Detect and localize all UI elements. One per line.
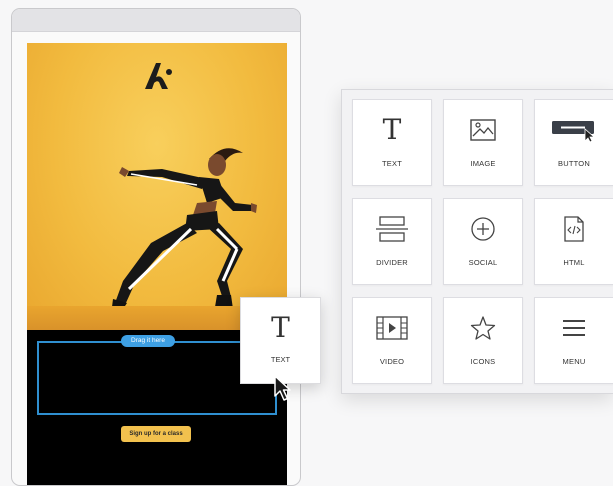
signup-button[interactable]: Sign up for a class: [121, 426, 191, 442]
block-tile-label: SOCIAL: [468, 258, 498, 267]
drop-zone-label: Drag it here: [121, 335, 175, 347]
block-tile-video[interactable]: VIDEO: [352, 297, 432, 384]
block-tile-label: BUTTON: [558, 159, 590, 168]
html-icon: [564, 216, 584, 242]
block-tile-label: MENU: [562, 357, 586, 366]
device-top-bar: [12, 9, 300, 32]
video-icon: [376, 316, 408, 340]
divider-icon: [376, 216, 408, 242]
block-tile-icons[interactable]: ICONS: [443, 297, 523, 384]
button-icon: [552, 121, 596, 142]
text-icon: T: [271, 311, 290, 344]
social-icon: [471, 217, 495, 241]
runner-illustration: [111, 148, 257, 315]
block-tile-divider[interactable]: DIVIDER: [352, 198, 432, 285]
block-tile-button[interactable]: BUTTON: [534, 99, 613, 186]
brand-logo-icon: [145, 63, 172, 89]
block-tile-label: ICONS: [470, 357, 496, 366]
mouse-pointer-icon: [274, 375, 291, 401]
hero-image: [27, 43, 287, 330]
dragging-text-tile[interactable]: T TEXT: [240, 297, 321, 384]
block-tile-social[interactable]: SOCIAL: [443, 198, 523, 285]
block-tile-label: HTML: [563, 258, 585, 267]
dragging-tile-label: TEXT: [270, 355, 291, 364]
block-tile-label: IMAGE: [470, 159, 496, 168]
block-tile-menu[interactable]: MENU: [534, 297, 613, 384]
email-preview: Drag it here Sign up for a class: [27, 43, 287, 485]
text-icon: T: [382, 113, 402, 146]
block-tile-label: DIVIDER: [376, 258, 408, 267]
block-tile-image[interactable]: IMAGE: [443, 99, 523, 186]
block-tile-text[interactable]: T TEXT: [352, 99, 432, 186]
block-tile-label: TEXT: [382, 159, 402, 168]
block-tile-html[interactable]: HTML: [534, 198, 613, 285]
star-icon: [470, 316, 496, 340]
blocks-panel: T TEXT IMAGE BUTTON DIVIDER SOCIAL HTML …: [341, 89, 613, 394]
image-icon: [470, 119, 496, 141]
device-frame: Drag it here Sign up for a class: [11, 8, 301, 486]
block-tile-label: VIDEO: [379, 357, 405, 366]
menu-icon: [563, 320, 585, 336]
